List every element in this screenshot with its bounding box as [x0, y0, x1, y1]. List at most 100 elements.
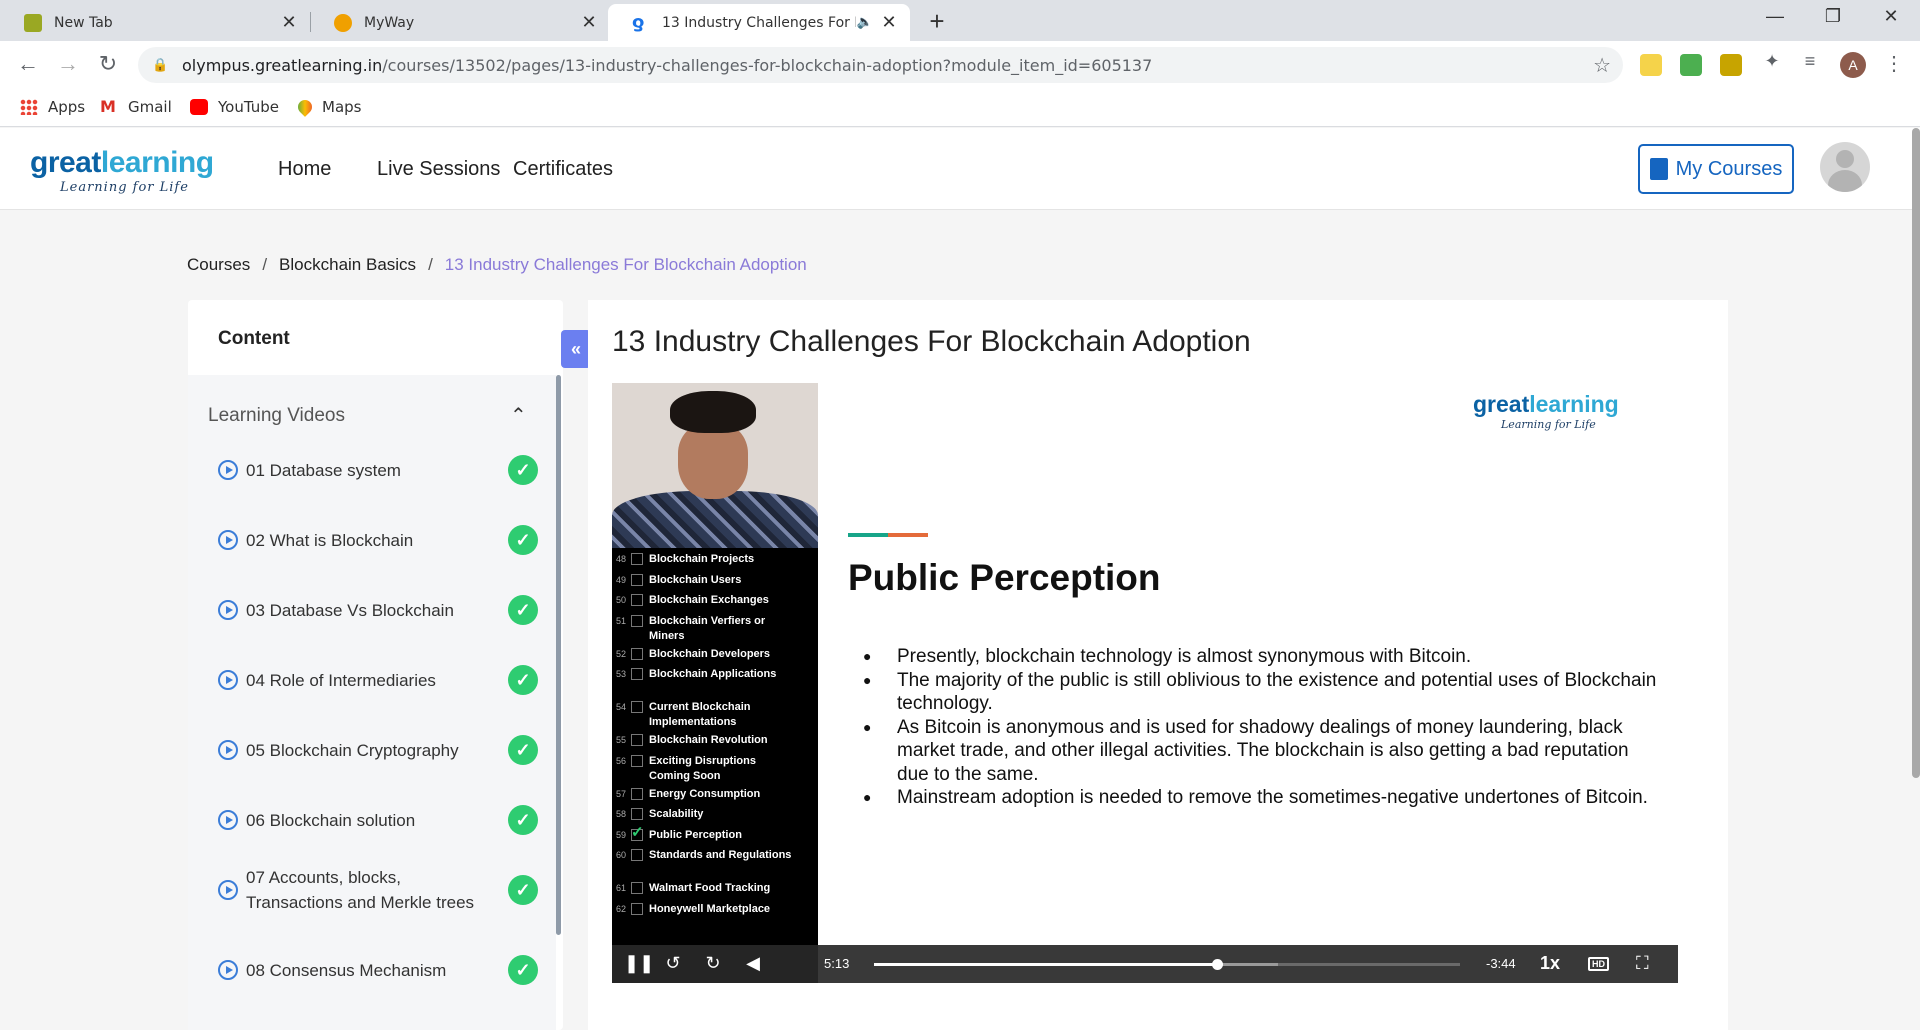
my-courses-button[interactable]: My Courses — [1638, 144, 1794, 194]
toc-label: Exciting Disruptions Coming Soon — [649, 754, 756, 782]
play-circle-icon — [218, 810, 238, 830]
bookmark-youtube[interactable]: YouTube — [190, 98, 279, 116]
breadcrumb-course[interactable]: Blockchain Basics — [279, 255, 416, 275]
checkmark-icon: ✓ — [508, 665, 538, 695]
browser-menu-icon[interactable]: ⋮ — [1884, 51, 1904, 76]
toc-label: Blockchain Revolution — [649, 734, 768, 746]
tab-title: New Tab — [54, 14, 113, 31]
tab-new-tab[interactable]: New Tab ✕ — [0, 4, 310, 41]
greatlearning-favicon-icon: ƍ — [632, 11, 645, 33]
bookmark-apps[interactable]: Apps — [20, 98, 85, 116]
video-player[interactable]: 48 Blockchain Projects 49 Blockchain Users 5… — [612, 383, 1678, 983]
new-tab-plus-icon[interactable]: + — [922, 6, 952, 37]
tab-myway[interactable]: MyWay ✕ — [310, 4, 610, 41]
window-close-icon[interactable]: ✕ — [1868, 6, 1914, 27]
list-item[interactable]: 08 Consensus Mechanism ✓ — [218, 955, 538, 985]
video-label: 03 Database Vs Blockchain — [246, 600, 454, 620]
sidebar-scrollbar[interactable] — [556, 375, 561, 935]
hd-quality-button[interactable]: HD — [1588, 957, 1609, 971]
fast-forward-icon[interactable]: ↻ — [702, 953, 724, 974]
toc-row: 56 Exciting Disruptions Coming Soon — [616, 754, 816, 784]
list-item[interactable]: 06 Blockchain solution ✓ — [218, 805, 538, 835]
checkbox-icon — [631, 594, 643, 606]
checkmark-icon: ✓ — [508, 595, 538, 625]
presenter-face — [678, 423, 748, 499]
toc-label: Blockchain Exchanges — [649, 594, 769, 606]
list-item[interactable]: 07 Accounts, blocks, Transactions and Me… — [218, 865, 538, 915]
checkbox-icon — [631, 902, 643, 915]
minimize-icon[interactable]: — — [1752, 6, 1798, 27]
list-item[interactable]: 04 Role of Intermediaries ✓ — [218, 665, 538, 695]
media-queue-icon[interactable]: ≡ — [1796, 51, 1824, 72]
new-tab-favicon-icon — [24, 13, 42, 32]
list-item[interactable]: 03 Database Vs Blockchain ✓ — [218, 595, 538, 625]
collapse-sidebar-button[interactable]: « — [561, 330, 591, 368]
presenter-hair — [670, 391, 756, 433]
book-icon — [1649, 158, 1668, 180]
video-topic-list: 48 Blockchain Projects 49 Blockchain Users 5… — [612, 548, 818, 983]
extension-sheets-icon[interactable] — [1680, 54, 1702, 76]
play-circle-icon — [218, 460, 238, 480]
slide-bullets: Presently, blockchain technology is almo… — [863, 645, 1663, 810]
tab-current-lesson[interactable]: ƍ 13 Industry Challenges For Bl 🔈 ✕ — [608, 4, 910, 41]
myway-favicon-icon — [334, 13, 352, 32]
reload-icon[interactable]: ↻ — [94, 51, 122, 77]
checkbox-icon — [631, 668, 643, 680]
toc-row: 59 Public Perception — [616, 825, 816, 843]
address-bar[interactable]: 🔒 olympus.greatlearning.in/courses/13502… — [138, 47, 1623, 83]
toc-number: 57 — [616, 788, 627, 799]
nav-certificates[interactable]: Certificates — [513, 158, 613, 181]
speaker-icon[interactable]: 🔈 — [856, 15, 874, 30]
list-item[interactable]: 01 Database system ✓ — [218, 455, 538, 485]
sidebar-heading: Content — [218, 328, 290, 349]
bookmark-gmail[interactable]: M Gmail — [100, 98, 172, 116]
presentation-slide: greatlearning Learning for Life Public P… — [818, 383, 1678, 948]
breadcrumb-courses[interactable]: Courses — [187, 255, 250, 275]
rewind-icon[interactable]: ↺ — [662, 953, 684, 974]
user-avatar[interactable] — [1820, 142, 1870, 192]
fullscreen-icon[interactable]: ⛶ — [1636, 953, 1649, 974]
play-circle-icon — [218, 530, 238, 550]
profile-avatar[interactable]: A — [1840, 52, 1866, 78]
volume-icon[interactable]: ◀ — [742, 953, 764, 974]
toc-label: Public Perception — [649, 828, 742, 841]
list-item[interactable]: 05 Blockchain Cryptography ✓ — [218, 735, 538, 765]
checkbox-icon — [631, 647, 643, 660]
forward-arrow-icon[interactable]: → — [54, 51, 82, 77]
checkmark-icon: ✓ — [508, 455, 538, 485]
toc-number: 61 — [616, 883, 627, 893]
slide-logo: greatlearning Learning for Life — [1473, 391, 1619, 431]
section-title[interactable]: Learning Videos — [208, 405, 345, 427]
tab-close-icon[interactable]: ✕ — [580, 12, 598, 33]
greatlearning-logo[interactable]: greatlearning Learning for Life — [30, 146, 214, 195]
slide-bullet: Mainstream adoption is needed to remove … — [863, 786, 1663, 810]
page-scrollbar[interactable] — [1912, 128, 1920, 778]
list-item[interactable]: 02 What is Blockchain ✓ — [218, 525, 538, 555]
extension-sticky-icon[interactable] — [1640, 54, 1662, 76]
playback-speed-button[interactable]: 1x — [1540, 953, 1560, 974]
seek-bar[interactable] — [874, 959, 1460, 970]
extension-coupon-icon[interactable] — [1720, 54, 1742, 76]
bookmark-maps[interactable]: Maps — [295, 97, 361, 117]
video-label: 02 What is Blockchain — [246, 530, 414, 550]
checkmark-icon: ✓ — [508, 525, 538, 555]
toc-number: 53 — [616, 669, 627, 679]
tab-title: MyWay — [364, 14, 415, 31]
apps-grid-icon — [20, 99, 38, 115]
seek-handle[interactable] — [1212, 959, 1224, 970]
slide-bullet: Presently, blockchain technology is almo… — [863, 645, 1663, 669]
tab-close-icon[interactable]: ✕ — [880, 12, 898, 33]
nav-home[interactable]: Home — [278, 158, 331, 181]
restore-icon[interactable]: ❐ — [1810, 6, 1856, 27]
toc-row: 57 Energy Consumption — [616, 787, 816, 802]
bookmark-star-icon[interactable]: ☆ — [1593, 53, 1611, 77]
toc-row: 51 Blockchain Verfiers or Miners — [616, 614, 816, 644]
back-arrow-icon[interactable]: ← — [14, 51, 42, 77]
chevron-up-icon[interactable]: ⌃ — [510, 403, 527, 428]
video-controls: ❚❚ ↺ ↻ ◀ 5:13 -3:44 1x HD ⛶ — [612, 945, 1678, 983]
pause-icon[interactable]: ❚❚ — [624, 953, 654, 974]
tab-close-icon[interactable]: ✕ — [280, 12, 298, 33]
toc-number: 49 — [616, 574, 627, 585]
nav-live-sessions[interactable]: Live Sessions — [377, 158, 500, 181]
extensions-puzzle-icon[interactable]: ✦ — [1758, 51, 1786, 72]
